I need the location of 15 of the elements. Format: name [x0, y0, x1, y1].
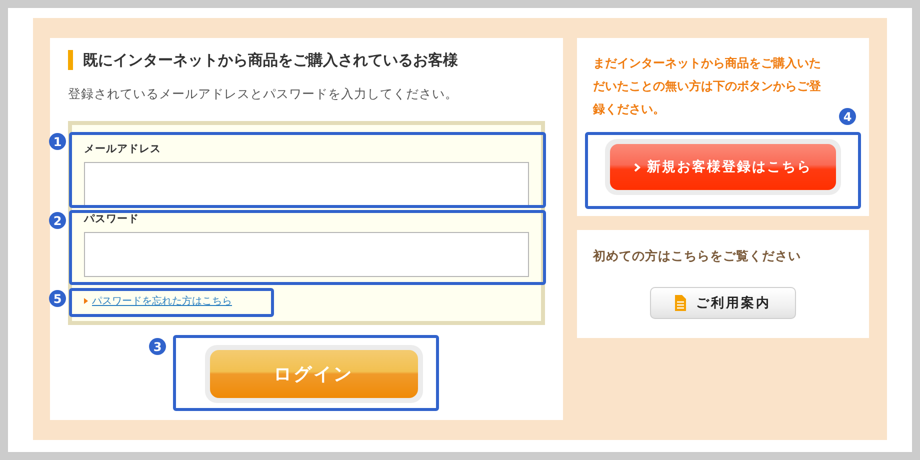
forgot-password-link[interactable]: パスワードを忘れた方はこちら: [92, 294, 232, 308]
chevron-icon: [634, 162, 641, 172]
guide-button[interactable]: ご利用案内: [650, 287, 796, 319]
guide-heading: 初めての方はこちらをご覧ください: [593, 248, 802, 265]
login-button[interactable]: ログイン: [210, 350, 418, 398]
document-icon: [675, 295, 686, 311]
instruction-text: 登録されているメールアドレスとパスワードを入力してください。: [68, 86, 459, 103]
register-message: まだインターネットから商品をご購入いただいたことの無い方は下のボタンからご登録ください。: [593, 55, 822, 118]
section-heading: 既にインターネットから商品をご購入されているお客様: [68, 50, 545, 70]
input-field[interactable]: [84, 232, 529, 277]
register-button[interactable]: 新規お客様登録はこちら: [610, 144, 836, 190]
field-label: パスワード: [84, 212, 140, 226]
field-label: メールアドレス: [84, 142, 162, 156]
input-field[interactable]: [84, 162, 529, 207]
triangle-icon: [84, 298, 88, 304]
